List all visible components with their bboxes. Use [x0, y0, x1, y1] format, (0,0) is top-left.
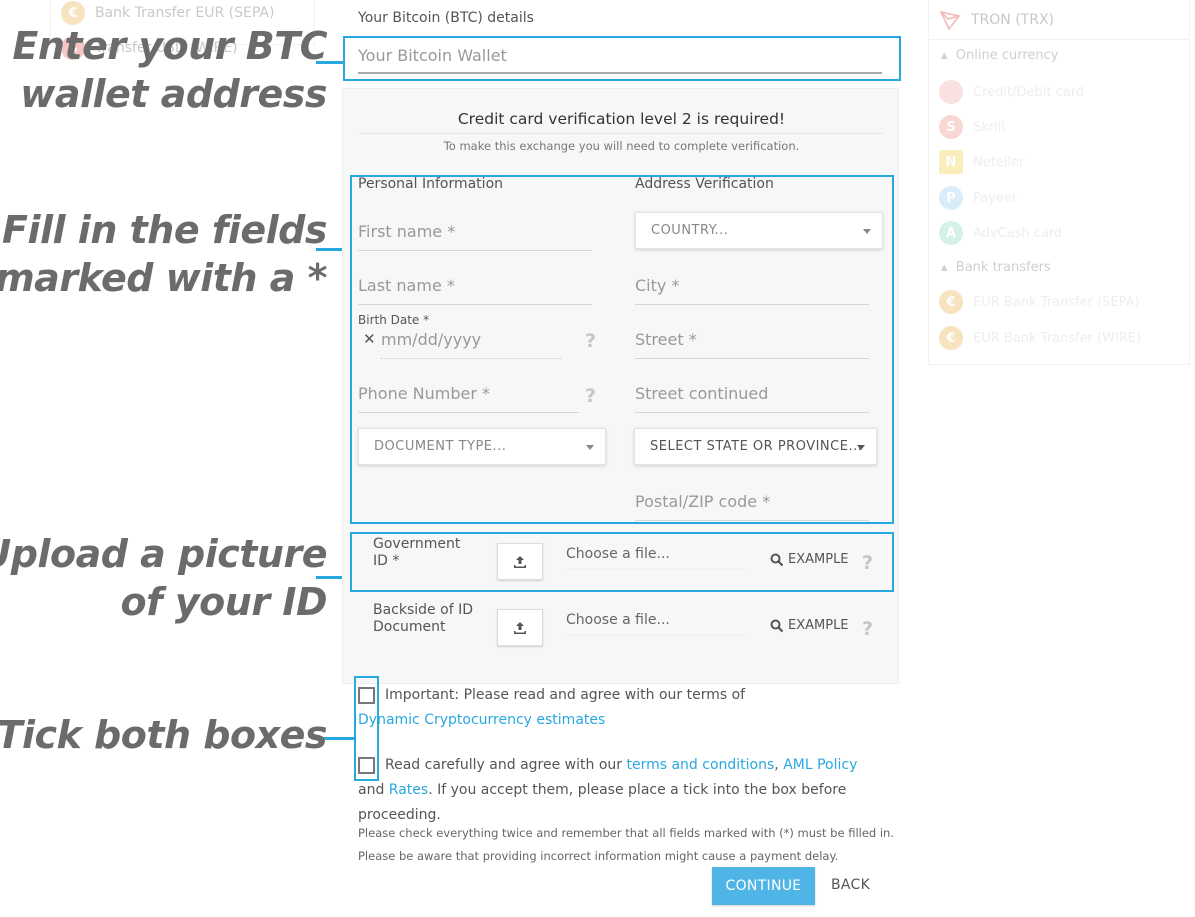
agreement-dynamic-text: Important: Please read and agree with ou…	[358, 683, 808, 733]
section-bank-transfers[interactable]: ▴ Bank transfers	[941, 260, 1051, 275]
highlight-checkboxes	[354, 676, 379, 781]
section-label: Online currency	[955, 48, 1059, 63]
callout-line: of your ID	[120, 580, 328, 624]
continue-button[interactable]: CONTINUE	[712, 867, 815, 905]
currency-list-right: TRON (TRX) ▴ Online currency Credit/Debi…	[928, 0, 1190, 365]
section-online-currency[interactable]: ▴ Online currency	[941, 48, 1059, 63]
file-name-display[interactable]: Choose a file...	[566, 612, 746, 636]
currency-item-label: Credit/Debit card	[973, 84, 1085, 100]
terms-conditions-link[interactable]: terms and conditions	[626, 757, 774, 773]
agreement-text: Important: Please read and agree with ou…	[385, 687, 746, 703]
skrill-icon: S	[939, 115, 963, 139]
currency-item[interactable]: Credit/Debit card	[939, 80, 1084, 104]
search-icon	[770, 619, 784, 632]
callout-leader-line	[316, 61, 343, 64]
backside-id-label: Backside of ID Document	[373, 602, 473, 636]
callout-line: Fill in the fields	[2, 208, 327, 252]
agreement-text: . If you accept them, please place a tic…	[358, 782, 847, 823]
note-text: Please check everything twice and rememb…	[358, 826, 895, 840]
wallet-section-label: Your Bitcoin (BTC) details	[358, 10, 534, 26]
callout-line: Tick both boxes	[0, 713, 328, 757]
example-link[interactable]: EXAMPLE	[770, 618, 849, 633]
currency-item-tron[interactable]: TRON (TRX)	[929, 0, 1189, 40]
currency-item[interactable]: A AdvCash card	[939, 221, 1062, 245]
currency-item[interactable]: € EUR Bank Transfer (WIRE)	[939, 326, 1141, 350]
callout-fields: Fill in the fields marked with a *	[0, 206, 327, 302]
currency-item[interactable]: N Neteller	[939, 150, 1024, 174]
euro-coin-icon: €	[939, 326, 963, 350]
highlight-fields	[350, 175, 894, 524]
callout-line: Upload a picture	[0, 532, 327, 576]
currency-item-label: Neteller	[973, 154, 1025, 170]
rates-link[interactable]: Rates	[389, 782, 428, 798]
agreement-terms-text: Read carefully and agree with our terms …	[358, 753, 888, 828]
verification-title: Credit card verification level 2 is requ…	[457, 110, 786, 128]
divider	[359, 133, 883, 134]
euro-coin-icon: €	[939, 290, 963, 314]
upload-button[interactable]	[497, 609, 543, 646]
agreement-text: ,	[774, 757, 784, 773]
currency-item-label: EUR Bank Transfer (SEPA)	[973, 294, 1140, 310]
dynamic-estimates-link[interactable]: Dynamic Cryptocurrency estimates	[358, 712, 605, 728]
card-icon	[939, 80, 963, 104]
callout-tick: Tick both boxes	[0, 711, 328, 759]
neteller-icon: N	[939, 150, 963, 174]
currency-item-label: Payeer	[973, 190, 1018, 206]
callout-line: Enter your BTC	[12, 24, 327, 68]
advcash-icon: A	[939, 221, 963, 245]
currency-item-label: EUR Bank Transfer (WIRE)	[973, 330, 1142, 346]
example-label: EXAMPLE	[788, 618, 849, 633]
note-text: Please be aware that providing incorrect…	[358, 849, 839, 863]
aml-policy-link[interactable]: AML Policy	[783, 757, 857, 773]
back-button[interactable]: BACK	[831, 877, 870, 893]
agreement-text: Read carefully and agree with our	[385, 757, 627, 773]
upload-icon	[514, 621, 526, 634]
highlight-wallet	[343, 36, 901, 81]
verification-subtitle: To make this exchange you will need to c…	[443, 139, 800, 153]
upload-label-line: Document	[373, 619, 446, 635]
callout-upload: Upload a picture of your ID	[0, 530, 327, 626]
agreement-text: and	[358, 782, 385, 798]
callout-leader-line	[324, 737, 354, 740]
currency-item[interactable]: P Payeer	[939, 186, 1017, 210]
currency-item-label: TRON (TRX)	[971, 11, 1055, 28]
tron-icon	[939, 10, 961, 30]
currency-item[interactable]: S Skrill	[939, 115, 1005, 139]
payeer-icon: P	[939, 186, 963, 210]
payment-item-label: Bank Transfer EUR (SEPA)	[95, 5, 275, 21]
upload-label-line: Backside of ID	[373, 602, 473, 618]
callout-line: marked with a *	[0, 256, 327, 300]
highlight-upload	[350, 532, 894, 592]
callout-line: wallet address	[20, 72, 327, 116]
currency-item-label: AdvCash card	[973, 225, 1063, 241]
currency-item-label: Skrill	[973, 119, 1005, 135]
section-label: Bank transfers	[955, 260, 1051, 275]
currency-item[interactable]: € EUR Bank Transfer (SEPA)	[939, 290, 1140, 314]
help-icon[interactable]: ?	[862, 618, 873, 640]
callout-wallet: Enter your BTC wallet address	[12, 22, 327, 118]
